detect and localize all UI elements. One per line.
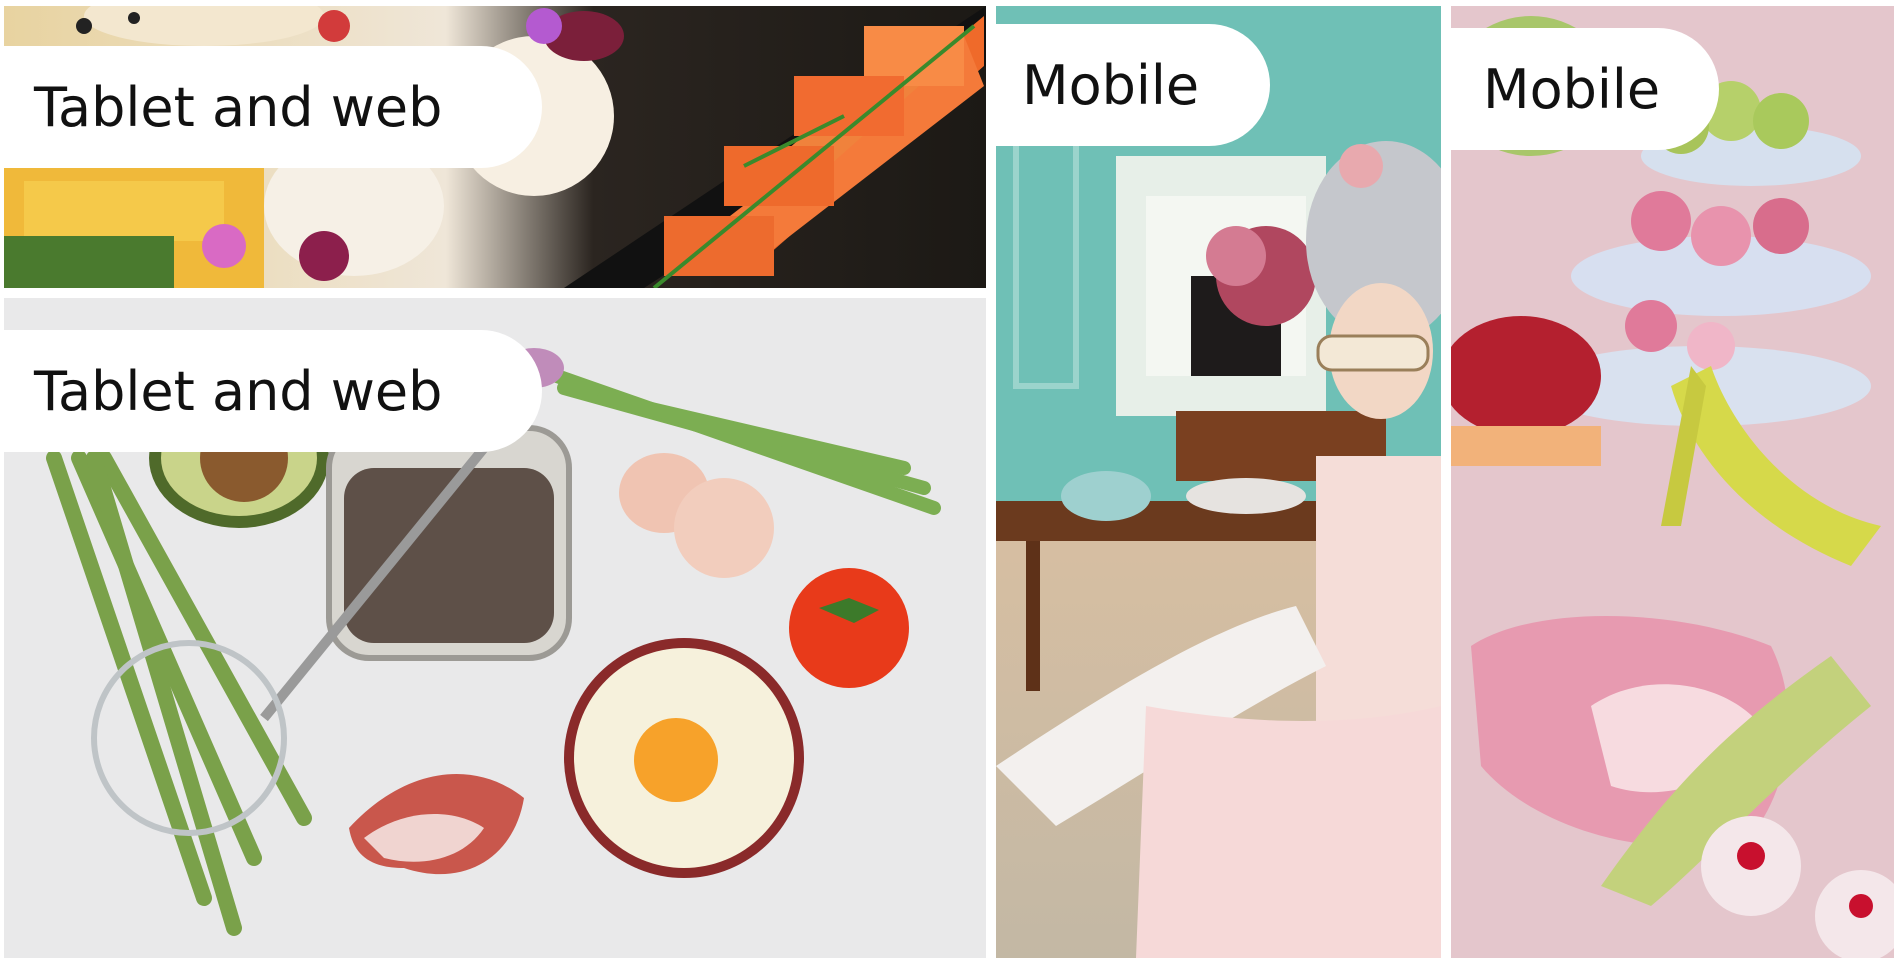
mobile-label: Mobile [996, 24, 1270, 146]
painting-macarons-tile[interactable]: Mobile [1451, 6, 1894, 958]
tablet-web-label: Tablet and web [4, 46, 542, 168]
canapes-image-tile[interactable]: Tablet and web [4, 6, 986, 288]
painting-woman-tile[interactable]: Mobile [996, 6, 1441, 958]
mobile-label: Mobile [1451, 28, 1719, 150]
tablet-web-label: Tablet and web [4, 330, 542, 452]
breakfast-image-tile[interactable]: Tablet and web [4, 298, 986, 958]
painting-woman-in-sunglasses [996, 6, 1441, 958]
